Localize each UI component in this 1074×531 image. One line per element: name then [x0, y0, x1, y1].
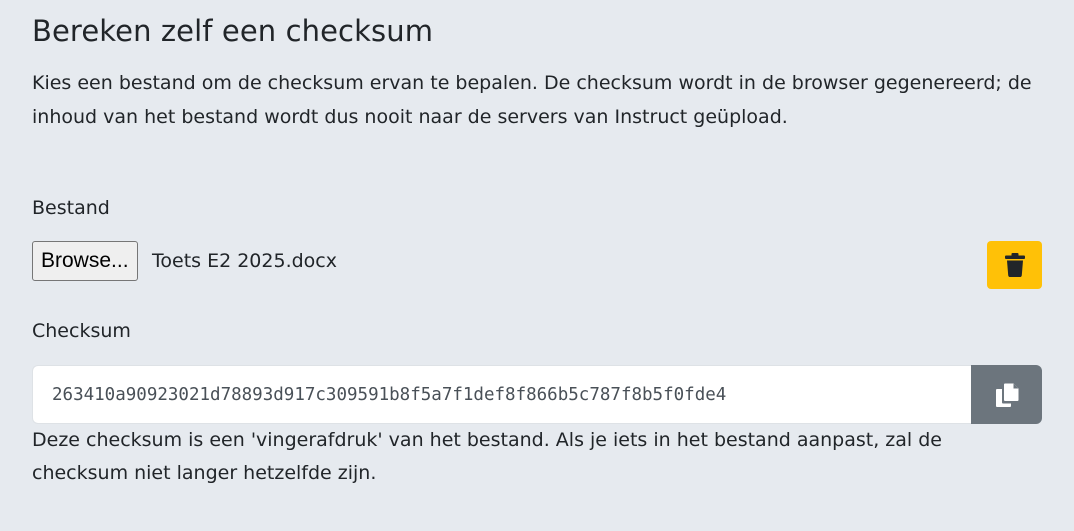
browse-button[interactable]: Browse... — [32, 241, 138, 281]
checksum-help-text: Deze checksum is een 'vingerafdruk' van … — [32, 429, 942, 484]
delete-file-button[interactable] — [987, 241, 1042, 289]
file-label: Bestand — [32, 197, 110, 219]
trash-icon — [1004, 253, 1025, 277]
section-title: Bereken zelf een checksum — [32, 14, 434, 48]
selected-file-name: Toets E2 2025.docx — [152, 250, 337, 272]
checksum-panel: Bereken zelf een checksum Kies een besta… — [0, 0, 1074, 531]
checksum-field[interactable] — [32, 365, 971, 424]
copy-icon — [993, 381, 1021, 409]
copy-checksum-button[interactable] — [971, 365, 1042, 424]
intro-text: Kies een bestand om de checksum ervan te… — [32, 72, 1032, 128]
checksum-label: Checksum — [32, 320, 131, 342]
checksum-input-group — [32, 365, 1042, 424]
file-input-row: Browse... Toets E2 2025.docx — [32, 241, 1042, 289]
